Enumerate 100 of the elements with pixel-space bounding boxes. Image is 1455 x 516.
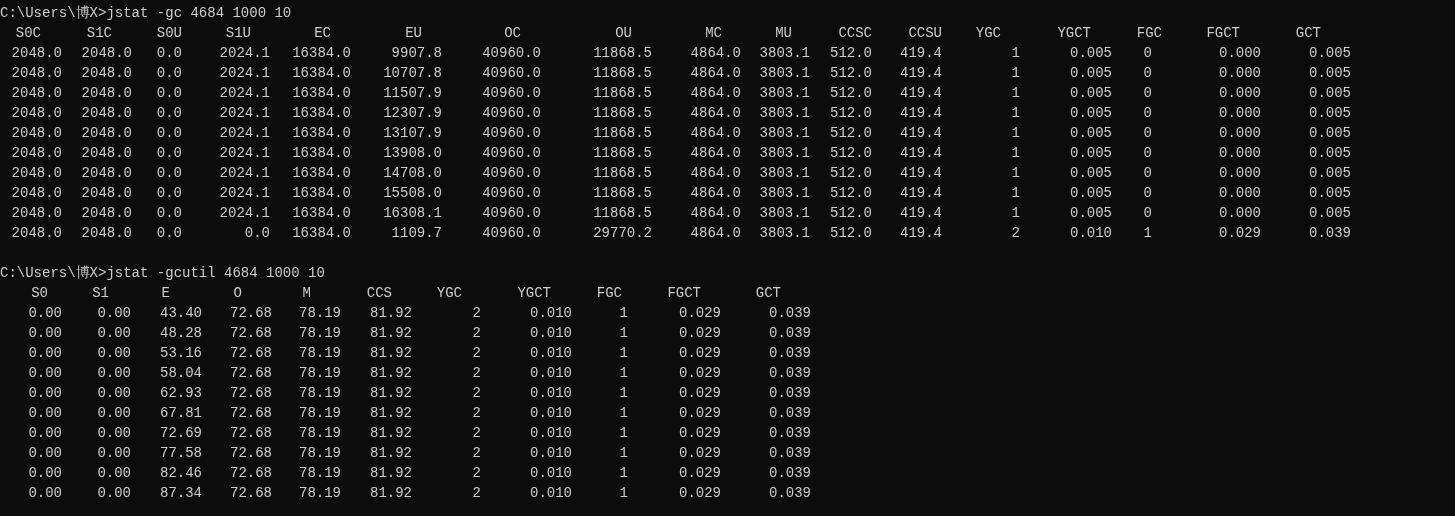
table-cell-text: 0.010	[530, 444, 572, 463]
table-cell-text: 512.0	[830, 44, 872, 63]
table-cell-text: 40960.0	[482, 64, 541, 83]
table-cell-text: 0.005	[1070, 44, 1112, 63]
table-cell-text: 11868.5	[593, 64, 652, 83]
table-cell-text: 78.19	[299, 424, 341, 443]
column-header: S1	[92, 284, 109, 303]
table-cell-text: 3803.1	[759, 144, 810, 163]
table-cell-text: 0	[1143, 164, 1152, 183]
table-cell-text: 2	[1011, 224, 1020, 243]
table-cell-text: 81.92	[370, 404, 412, 423]
table-cell-text: 0.005	[1070, 204, 1112, 223]
table-cell-text: 0.0	[156, 144, 182, 163]
table-cell-text: 81.92	[370, 444, 412, 463]
table-cell-text: 0.00	[97, 344, 131, 363]
table-cell-text: 43.40	[160, 304, 202, 323]
table-cell-text: 2048.0	[81, 224, 132, 243]
table-cell-text: 2024.1	[219, 124, 270, 143]
table-cell-text: 1109.7	[391, 224, 442, 243]
table-cell-text: 0.039	[769, 304, 811, 323]
command-line: C:\Users\博X>jstat -gc 4684 1000 10	[0, 5, 292, 21]
table-cell-text: 10707.8	[383, 64, 442, 83]
table-cell-text: 0.0	[156, 84, 182, 103]
column-header: MC	[705, 24, 722, 43]
table-cell-text: 0.0	[156, 104, 182, 123]
table-cell-text: 2024.1	[219, 204, 270, 223]
table-cell-text: 16384.0	[292, 204, 351, 223]
table-cell-text: 16384.0	[292, 64, 351, 83]
table-cell-text: 4864.0	[690, 104, 741, 123]
column-header: FGC	[596, 284, 622, 303]
table-cell-text: 40960.0	[482, 204, 541, 223]
table-cell-text: 2	[472, 404, 481, 423]
table-cell-text: 0.0	[244, 224, 270, 243]
table-cell-text: 72.69	[160, 424, 202, 443]
table-cell-text: 2048.0	[81, 104, 132, 123]
table-cell-text: 72.68	[230, 444, 272, 463]
table-cell-text: 0.010	[530, 344, 572, 363]
table-cell-text: 0.00	[97, 404, 131, 423]
table-cell-text: 1	[1011, 144, 1020, 163]
table-cell-text: 0.000	[1219, 44, 1261, 63]
table-cell-text: 2048.0	[11, 144, 62, 163]
table-cell-text: 0.005	[1070, 184, 1112, 203]
table-cell-text: 0.029	[679, 324, 721, 343]
table-cell-text: 419.4	[900, 204, 942, 223]
column-header: FGCT	[667, 284, 701, 303]
column-header: CCSU	[908, 24, 942, 43]
table-cell-text: 0.000	[1219, 124, 1261, 143]
table-cell-text: 1	[619, 404, 628, 423]
table-cell-text: 0.00	[28, 344, 62, 363]
table-cell-text: 16384.0	[292, 164, 351, 183]
table-cell-text: 53.16	[160, 344, 202, 363]
table-cell-text: 0.039	[769, 384, 811, 403]
column-header: CCSC	[838, 24, 872, 43]
table-cell-text: 0	[1143, 84, 1152, 103]
table-cell-text: 11868.5	[593, 144, 652, 163]
table-cell-text: 0.010	[530, 324, 572, 343]
table-cell-text: 78.19	[299, 364, 341, 383]
table-cell-text: 3803.1	[759, 164, 810, 183]
table-cell-text: 2048.0	[11, 64, 62, 83]
table-cell-text: 4864.0	[690, 164, 741, 183]
table-cell-text: 16384.0	[292, 224, 351, 243]
table-cell-text: 2048.0	[81, 44, 132, 63]
table-cell-text: 0	[1143, 124, 1152, 143]
table-cell-text: 0.029	[679, 424, 721, 443]
table-cell-text: 0.005	[1070, 164, 1112, 183]
table-cell-text: 11868.5	[593, 44, 652, 63]
table-cell-text: 419.4	[900, 44, 942, 63]
table-cell-text: 3803.1	[759, 44, 810, 63]
table-cell-text: 12307.9	[383, 104, 442, 123]
table-cell-text: 4864.0	[690, 204, 741, 223]
table-cell-text: 3803.1	[759, 84, 810, 103]
column-header: E	[161, 284, 170, 303]
table-cell-text: 512.0	[830, 224, 872, 243]
table-cell-text: 2024.1	[219, 144, 270, 163]
table-cell-text: 15508.0	[383, 184, 442, 203]
table-cell-text: 3803.1	[759, 224, 810, 243]
column-header: S1C	[86, 24, 112, 43]
table-cell-text: 72.68	[230, 364, 272, 383]
table-cell-text: 81.92	[370, 304, 412, 323]
table-cell-text: 87.34	[160, 484, 202, 503]
table-cell-text: 3803.1	[759, 64, 810, 83]
table-cell-text: 0.005	[1070, 84, 1112, 103]
column-header: O	[233, 284, 242, 303]
table-cell-text: 0.029	[679, 444, 721, 463]
table-cell-text: 0.005	[1309, 64, 1351, 83]
table-cell-text: 0.000	[1219, 184, 1261, 203]
table-cell-text: 62.93	[160, 384, 202, 403]
table-cell-text: 2024.1	[219, 184, 270, 203]
table-cell-text: 16308.1	[383, 204, 442, 223]
table-cell-text: 16384.0	[292, 44, 351, 63]
table-cell-text: 2048.0	[81, 124, 132, 143]
table-cell-text: 2024.1	[219, 164, 270, 183]
table-cell-text: 0.039	[769, 484, 811, 503]
table-cell-text: 0.000	[1219, 164, 1261, 183]
table-cell-text: 2048.0	[81, 204, 132, 223]
table-cell-text: 16384.0	[292, 144, 351, 163]
table-cell-text: 81.92	[370, 484, 412, 503]
table-cell-text: 0.029	[679, 484, 721, 503]
column-header: GCT	[755, 284, 781, 303]
command-line: C:\Users\博X>jstat -gcutil 4684 1000 10	[0, 265, 325, 281]
